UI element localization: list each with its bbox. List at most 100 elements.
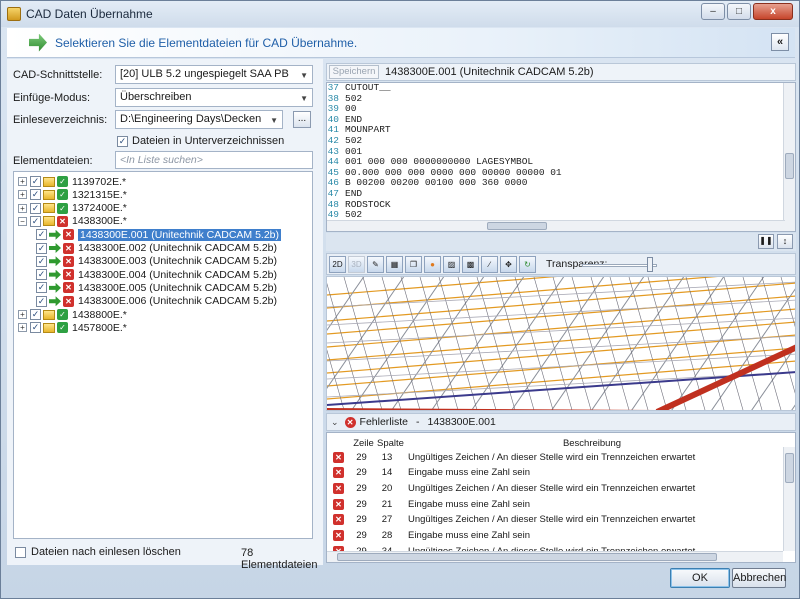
error-row[interactable]: ✕ 29 28 Eingabe muss eine Zahl sein xyxy=(327,528,783,544)
chevron-down-icon[interactable]: ⌄ xyxy=(331,417,339,428)
code-line: 38 502 xyxy=(327,93,795,105)
view-3d-button: 3D xyxy=(348,255,365,273)
tree-checkbox[interactable]: ✓ xyxy=(36,295,47,307)
subdirs-checkbox[interactable]: ✓ xyxy=(117,135,128,147)
3d-viewer[interactable] xyxy=(326,276,796,411)
collapse-button[interactable]: « xyxy=(771,33,789,51)
delete-after-checkbox[interactable] xyxy=(15,546,26,558)
minimize-button[interactable]: – xyxy=(701,3,725,20)
slider-thumb[interactable] xyxy=(647,257,653,272)
expander-icon[interactable]: + xyxy=(18,310,27,319)
tree-checkbox[interactable]: ✓ xyxy=(30,189,41,201)
tree-item-label: 1438300E.003 (Unitechnik CADCAM 5.2b) xyxy=(78,255,278,268)
transparency-slider[interactable] xyxy=(582,264,657,267)
expander-icon[interactable]: + xyxy=(18,203,27,213)
error-horizontal-scrollbar[interactable] xyxy=(327,551,783,562)
dir-select[interactable]: D:\Engineering Days\Decken ▼ xyxy=(115,110,283,129)
scroll-thumb[interactable] xyxy=(785,153,794,179)
scroll-thumb[interactable] xyxy=(785,453,794,483)
layers-icon[interactable]: ▦ xyxy=(386,255,403,273)
tree-item[interactable]: − ✓ ✕ 1438300E.* xyxy=(18,215,127,228)
code-line: 40 END xyxy=(327,114,795,126)
code-vertical-scrollbar[interactable] xyxy=(783,83,795,231)
tree-item[interactable]: ✓ ✕ 1438300E.004 (Unitechnik CADCAM 5.2b) xyxy=(36,268,277,281)
code-line: 37 CUTOUT__ xyxy=(327,83,795,94)
search-input[interactable]: <In Liste suchen> xyxy=(115,151,313,169)
tree-checkbox[interactable]: ✓ xyxy=(36,282,47,294)
error-vertical-scrollbar[interactable] xyxy=(783,447,795,551)
save-button[interactable]: Speichern xyxy=(329,65,379,79)
browse-button[interactable]: ... xyxy=(293,111,311,128)
interface-select[interactable]: [20] ULB 5.2 ungespiegelt SAA PB ▼ xyxy=(115,65,313,84)
code-lines: 37 CUTOUT__ 38 502 39 00 40 END 41 MOUNPART 42 502 4… xyxy=(327,83,795,231)
tree-item[interactable]: + ✓ ✓ 1457800E.* xyxy=(18,321,127,334)
status-ok-icon: ✓ xyxy=(57,322,68,334)
scroll-thumb[interactable] xyxy=(487,222,547,230)
maximize-button[interactable]: □ xyxy=(727,3,751,20)
error-row[interactable]: ✕ 29 21 Eingabe muss eine Zahl sein xyxy=(327,496,783,512)
view-2d-button[interactable]: 2D xyxy=(329,255,346,273)
error-row[interactable]: ✕ 29 14 Eingabe muss eine Zahl sein xyxy=(327,465,783,481)
tree-checkbox[interactable]: ✓ xyxy=(36,229,47,241)
code-line: 46 B 00200 00200 00100 000 360 0000 xyxy=(327,178,795,189)
error-description: Ungültiges Zeichen / An dieser Stelle wi… xyxy=(408,482,696,494)
tree-item[interactable]: ✓ ✕ 1438300E.003 (Unitechnik CADCAM 5.2b) xyxy=(36,255,277,268)
tree-item[interactable]: + ✓ ✓ 1321315E.* xyxy=(18,188,127,201)
ok-button[interactable]: OK xyxy=(670,568,730,588)
hatch-icon[interactable]: ▨ xyxy=(443,255,460,273)
expander-icon[interactable]: + xyxy=(18,177,27,186)
code-horizontal-scrollbar[interactable] xyxy=(327,220,785,231)
tree-item-label: 1372400E.* xyxy=(72,202,127,215)
line-text: END xyxy=(345,187,363,199)
pause-icon[interactable]: ❚❚ xyxy=(758,234,774,249)
status-error-icon: ✕ xyxy=(63,295,74,307)
error-column: 20 xyxy=(381,482,393,494)
tree-checkbox[interactable]: ✓ xyxy=(36,269,47,281)
tree-checkbox[interactable]: ✓ xyxy=(36,242,47,254)
close-button[interactable]: x xyxy=(753,3,793,20)
import-arrow-icon xyxy=(29,33,47,52)
code-editor[interactable]: 37 CUTOUT__ 38 502 39 00 40 END 41 MOUNPART 42 502 4… xyxy=(326,82,796,232)
tree-checkbox[interactable]: ✓ xyxy=(30,322,41,334)
color-icon[interactable]: ● xyxy=(424,255,441,273)
tree-checkbox[interactable]: ✓ xyxy=(36,255,47,267)
error-column: 21 xyxy=(381,498,393,510)
expand-vertical-icon[interactable]: ↕ xyxy=(777,234,793,249)
brush-icon[interactable]: ∕ xyxy=(481,255,498,273)
scroll-thumb[interactable] xyxy=(337,553,717,561)
tree-item[interactable]: + ✓ ✓ 1139702E.* xyxy=(18,175,126,188)
expander-icon[interactable]: − xyxy=(18,216,27,226)
tree-item-label: 1438800E.* xyxy=(72,308,127,321)
refresh-icon[interactable]: ↻ xyxy=(519,255,536,273)
tree-item[interactable]: ✓ ✕ 1438300E.005 (Unitechnik CADCAM 5.2b) xyxy=(36,281,277,294)
rebar-line xyxy=(591,277,685,410)
code-toolbar: Speichern 1438300E.001 (Unitechnik CADCA… xyxy=(326,63,796,81)
tree-item[interactable]: ✓ ✕ 1438300E.002 (Unitechnik CADCAM 5.2b) xyxy=(36,242,277,255)
tree-checkbox[interactable]: ✓ xyxy=(30,176,41,187)
tree-checkbox[interactable]: ✓ xyxy=(30,215,41,227)
expander-icon[interactable]: + xyxy=(18,190,27,200)
pencil-icon[interactable]: ✎ xyxy=(367,255,384,273)
cancel-button[interactable]: Abbrechen xyxy=(732,568,786,588)
tree-item-label: 1438300E.004 (Unitechnik CADCAM 5.2b) xyxy=(78,268,278,281)
window-title: CAD Daten Übernahme xyxy=(26,7,153,21)
copy-icon[interactable]: ❐ xyxy=(405,255,422,273)
mode-select[interactable]: Überschreiben ▼ xyxy=(115,88,313,107)
tree-item[interactable]: + ✓ ✓ 1372400E.* xyxy=(18,202,127,215)
tree-item[interactable]: ✓ ✕ 1438300E.001 (Unitechnik CADCAM 5.2b) xyxy=(36,228,282,241)
tree-item[interactable]: ✓ ✕ 1438300E.006 (Unitechnik CADCAM 5.2b) xyxy=(36,295,277,308)
move-icon[interactable]: ✥ xyxy=(500,255,517,273)
error-separator: - xyxy=(415,416,420,428)
expander-icon[interactable]: + xyxy=(18,323,27,333)
error-row[interactable]: ✕ 29 27 Ungültiges Zeichen / An dieser Stel… xyxy=(327,512,783,528)
error-row[interactable]: ✕ 29 20 Ungültiges Zeichen / An dieser Stel… xyxy=(327,480,783,496)
error-list-header: ⌄ ✕ Fehlerliste - 1438300E.001 xyxy=(326,413,796,431)
error-row[interactable]: ✕ 29 13 Ungültiges Zeichen / An dieser Stel… xyxy=(327,449,783,465)
grid-icon[interactable]: ▩ xyxy=(462,255,479,273)
tree-checkbox[interactable]: ✓ xyxy=(30,309,41,320)
interface-value: [20] ULB 5.2 ungespiegelt SAA PB xyxy=(120,68,289,80)
line-text: B 00200 00200 00100 000 360 0000 xyxy=(345,177,528,189)
status-error-icon: ✕ xyxy=(63,282,74,294)
tree-item[interactable]: + ✓ ✓ 1438800E.* xyxy=(18,308,127,321)
tree-checkbox[interactable]: ✓ xyxy=(30,202,41,214)
